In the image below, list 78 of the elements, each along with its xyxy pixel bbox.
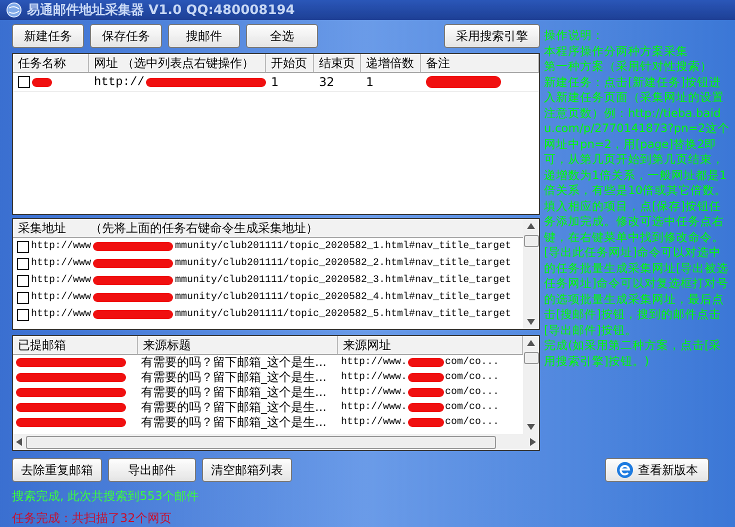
table-cell: http://www. [341, 402, 408, 413]
table-cell: 有需要的吗？留下邮箱_这个是生... [141, 369, 326, 386]
action-button[interactable]: 导出邮件 [108, 458, 196, 482]
table-cell: 32 [319, 75, 334, 89]
toolbar-button[interactable]: 保存任务 [90, 24, 162, 48]
url-text: mmunity/club201111/topic_2020582_3.html#nav_title_target [175, 275, 512, 286]
table-cell: 1 [271, 75, 279, 89]
scroll-up-icon[interactable] [527, 340, 535, 346]
url-text: http://www [31, 241, 92, 252]
scroll-up-icon[interactable] [527, 223, 535, 229]
window-title: 易通邮件地址采集器 V1.0 QQ:480008194 [27, 2, 295, 19]
table-cell: 有需要的吗？留下邮箱_这个是生... [141, 399, 326, 416]
checkbox[interactable] [18, 76, 30, 88]
column-header[interactable]: 结束页 [314, 54, 361, 72]
redaction-mark [408, 418, 444, 427]
table-cell: http://www. [341, 387, 408, 398]
table-cell: 有需要的吗？留下邮箱_这个是生... [141, 354, 326, 371]
url-text: mmunity/club201111/topic_2020582_1.html#nav_title_target [175, 241, 512, 252]
url-text: mmunity/club201111/topic_2020582_4.html#nav_title_target [175, 292, 512, 303]
scroll-right-icon[interactable] [530, 438, 536, 446]
scroll-thumb[interactable] [26, 436, 496, 448]
url-text: http://www [31, 275, 92, 286]
checkbox[interactable] [17, 308, 29, 320]
redaction-mark [408, 358, 444, 367]
toolbar-button[interactable]: 新建任务 [12, 24, 84, 48]
scroll-thumb[interactable] [524, 352, 538, 364]
scroll-down-icon[interactable] [527, 424, 535, 430]
column-title: 采集地址 [18, 220, 66, 236]
status-message: 任务完成：共扫描了32个网页 [12, 510, 172, 527]
column-header[interactable]: 来源标题 [138, 336, 338, 354]
column-hint: （先将上面的任务右键命令生成采集地址） [90, 220, 318, 236]
table-cell: com/co... [445, 387, 500, 398]
help-text: 操作说明： 本程序操作分两种方案采集 第一种方案（采用针对性搜索） 新建任务：点击[新建任务]按钮进入新建任务页面（采集网址的设置注意页数）例：http://tieba.baidu.com/p/2770141873?pn=2这个网址中pn=2，用[page]替换2即可，从第几页开始到第几页结束，递增数为1倍关系，一般网址都是1倍关系，有些是10倍或其它倍数。填入相应的项目，点[保存]按钮任务添加完成。修改可选中任务点右键，在右键菜单中找到修改命令。[导出此任务网址]命令可以对选中的任务批量生成采集网址[导出被选任务网址]命令可以对复选框打对号的选项批量生成采集网址，最后点击[搜邮件]按钮，搜到的邮件点击[导出邮件]按钮。 完成(如采用第二种方案，点击[采用搜索引擎]按钮。) [544, 27, 730, 370]
column-header[interactable]: 已提邮箱 [13, 336, 138, 354]
checkbox[interactable] [17, 240, 29, 252]
horizontal-scrollbar[interactable] [12, 434, 540, 451]
url-text: http://www [31, 258, 92, 269]
new-version-button[interactable]: 查看新版本 [605, 458, 709, 482]
column-header[interactable]: 开始页 [266, 54, 314, 72]
redaction-mark [408, 373, 444, 382]
table-cell: com/co... [445, 372, 500, 383]
scroll-thumb[interactable] [524, 235, 538, 247]
column-header[interactable]: 备注 [421, 54, 539, 72]
checkbox[interactable] [17, 292, 29, 304]
scrollbar[interactable] [523, 336, 539, 434]
table-cell: 有需要的吗？留下邮箱_这个是生... [141, 384, 326, 401]
column-header[interactable]: 递增倍数 [361, 54, 421, 72]
action-button[interactable]: 去除重复邮箱 [12, 458, 102, 482]
browser-icon [616, 461, 634, 479]
url-text: mmunity/club201111/topic_2020582_2.html#nav_title_target [175, 258, 512, 269]
table-cell: http://www. [341, 372, 408, 383]
url-text: http://www [31, 309, 92, 320]
redaction-mark [408, 388, 444, 397]
table-cell: com/co... [445, 357, 500, 368]
table-cell: com/co... [445, 402, 500, 413]
table-cell: 有需要的吗？留下邮箱_这个是生... [141, 414, 326, 431]
url-text: mmunity/club201111/topic_2020582_5.html#nav_title_target [175, 309, 512, 320]
toolbar-button[interactable]: 全选 [246, 24, 318, 48]
scrollbar[interactable] [523, 219, 539, 329]
scroll-down-icon[interactable] [527, 319, 535, 325]
column-header[interactable]: 网址 （选中列表点右键操作） [89, 54, 266, 72]
status-message: 搜索完成, 此次共搜索到553个邮件 [12, 488, 200, 505]
table-cell: http://www. [341, 417, 408, 428]
table-cell: http://www. [341, 357, 408, 368]
table-cell: http:// [94, 75, 144, 89]
table-cell: 1 [366, 75, 374, 89]
column-header[interactable]: 任务名称 [13, 54, 89, 72]
toolbar-button[interactable]: 搜邮件 [168, 24, 240, 48]
table-cell: com/co... [445, 417, 500, 428]
action-button[interactable]: 清空邮箱列表 [202, 458, 292, 482]
url-text: http://www [31, 292, 92, 303]
redaction-mark [408, 403, 444, 412]
checkbox[interactable] [17, 274, 29, 286]
search-engine-button[interactable]: 采用搜索引擎 [444, 24, 540, 48]
globe-icon [6, 2, 22, 18]
column-header[interactable]: 采集地址 （先将上面的任务右键命令生成采集地址） [13, 219, 523, 237]
scroll-left-icon[interactable] [16, 438, 22, 446]
checkbox[interactable] [17, 258, 29, 270]
